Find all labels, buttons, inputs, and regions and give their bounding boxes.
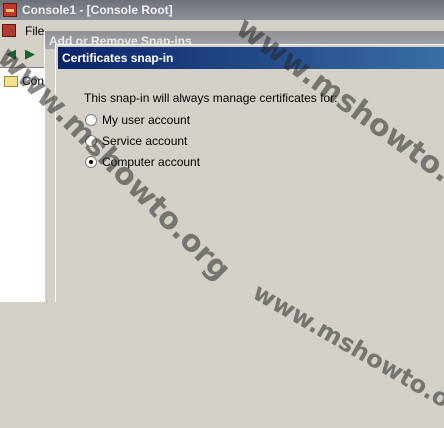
- radio-label: My user account: [102, 113, 191, 127]
- console-tree-pane: Console Root: [0, 67, 95, 302]
- back-arrow-icon[interactable]: ◀: [3, 46, 19, 62]
- radio-button-selected[interactable]: [85, 156, 97, 168]
- console-title-bar: Console1 - [Console Root]: [0, 0, 444, 20]
- certificates-snapin-dialog: Certificates snap-in This snap-in will a…: [55, 44, 444, 302]
- radio-button[interactable]: [85, 114, 97, 126]
- radio-label: Computer account: [102, 155, 201, 169]
- window-title: Console1 - [Console Root]: [22, 3, 173, 17]
- radio-service-account[interactable]: Service account: [85, 134, 187, 148]
- radio-label: Service account: [102, 134, 188, 148]
- console-menu-icon[interactable]: [2, 24, 16, 37]
- radio-button[interactable]: [85, 135, 97, 147]
- menu-file[interactable]: File: [25, 24, 44, 38]
- instruction-text: This snap-in will always manage certific…: [84, 91, 338, 105]
- certificates-snapin-title: Certificates snap-in: [62, 51, 174, 65]
- forward-arrow-icon[interactable]: ▶: [22, 46, 38, 62]
- mmc-app-icon: [3, 3, 17, 17]
- radio-computer-account[interactable]: Computer account: [85, 155, 200, 169]
- folder-icon: [4, 76, 18, 87]
- radio-my-user-account[interactable]: My user account: [85, 113, 190, 127]
- certificates-snapin-title-bar[interactable]: Certificates snap-in: [58, 47, 444, 69]
